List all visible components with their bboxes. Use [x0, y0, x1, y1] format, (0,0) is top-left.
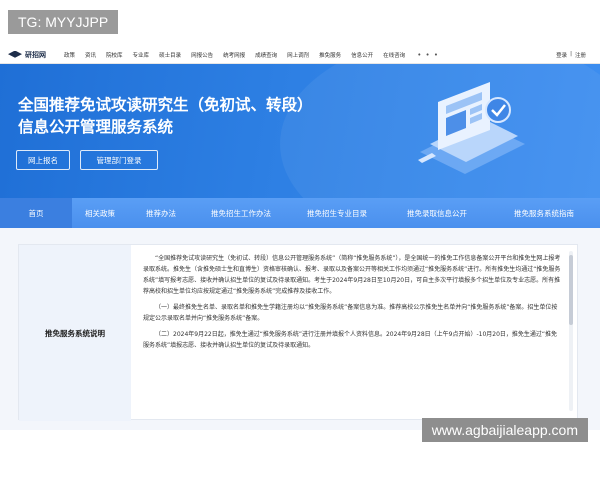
- panel-side-heading: 推免服务系统说明: [19, 245, 131, 421]
- top-nav-items: 政策 资讯 院校库 专业库 硕士目录 网报公告 统考网报 成绩查询 网上调剂 推…: [64, 51, 439, 59]
- nav-item-online-consult[interactable]: 在线咨询: [383, 51, 405, 59]
- main-content: 推免服务系统说明 “全国推荐免试攻读研究生（免初试、转段）信息公开管理服务系统”…: [0, 228, 600, 430]
- nav-item-score-query[interactable]: 成绩查询: [255, 51, 277, 59]
- watermark-top-left: TG: MYYJJPP: [8, 10, 119, 34]
- hero-banner: 全国推荐免试攻读研究生（免初试、转段） 信息公开管理服务系统 网上报名 管理部门…: [0, 64, 600, 198]
- banner-title: 全国推荐免试攻读研究生（免初试、转段） 信息公开管理服务系统: [18, 94, 313, 138]
- watermark-bottom-right: www.agbaijialeapp.com: [421, 418, 588, 442]
- nav-item-registration-notice[interactable]: 网报公告: [191, 51, 213, 59]
- banner-title-line-2: 信息公开管理服务系统: [18, 118, 174, 136]
- paragraph-one: （一）最终推免生名单、录取名单和推免生学籍注册均以“推免服务系统”备案信息为准。…: [143, 304, 558, 322]
- paragraph-two: （二）2024年9月22日起，推免生通过“推免服务系统”进行注册并填报个人资料信…: [143, 331, 558, 349]
- online-apply-button[interactable]: 网上报名: [16, 150, 70, 170]
- tab-system-guide[interactable]: 推免服务系统指南: [488, 198, 600, 228]
- tab-admission-work-method[interactable]: 推免招生工作办法: [194, 198, 288, 228]
- nav-item-school-library[interactable]: 院校库: [106, 51, 123, 59]
- more-menu-icon[interactable]: • • •: [417, 51, 439, 59]
- top-navigation: 研招网 政策 资讯 院校库 专业库 硕士目录 网报公告 统考网报 成绩查询 网上…: [0, 46, 600, 64]
- nav-item-exam-registration[interactable]: 统考网报: [223, 51, 245, 59]
- tab-admission-disclosure[interactable]: 推免录取信息公开: [386, 198, 488, 228]
- auth-separator: |: [570, 51, 572, 57]
- register-link[interactable]: 注册: [575, 51, 586, 59]
- nav-item-info-disclosure[interactable]: 信息公开: [351, 51, 373, 59]
- description-panel: 推免服务系统说明 “全国推荐免试攻读研究生（免初试、转段）信息公开管理服务系统”…: [18, 244, 578, 421]
- nav-item-news[interactable]: 资讯: [85, 51, 96, 59]
- panel-scrollbar[interactable]: [569, 251, 573, 411]
- tab-recommendation-method[interactable]: 推荐办法: [128, 198, 194, 228]
- description-text: “全国推荐免试攻读研究生（免初试、转段）信息公开管理服务系统”（简称“推免服务系…: [143, 253, 563, 356]
- side-title: 推免服务系统说明: [45, 328, 105, 338]
- nav-item-major-library[interactable]: 专业库: [133, 51, 150, 59]
- site-logo[interactable]: 研招网: [8, 50, 64, 60]
- nav-item-online-adjustment[interactable]: 网上调剂: [287, 51, 309, 59]
- logo-text: 研招网: [25, 49, 46, 59]
- section-navigation: 首页 相关政策 推荐办法 推免招生工作办法 推免招生专业目录 推免录取信息公开 …: [0, 198, 600, 228]
- tab-home[interactable]: 首页: [0, 198, 72, 228]
- document-illustration-icon: [418, 82, 525, 174]
- tab-major-catalog[interactable]: 推免招生专业目录: [288, 198, 386, 228]
- graduation-cap-icon: [8, 50, 22, 58]
- nav-item-master-catalog[interactable]: 硕士目录: [159, 51, 181, 59]
- banner-title-line-1: 全国推荐免试攻读研究生（免初试、转段）: [18, 96, 313, 114]
- paragraph-intro: “全国推荐免试攻读研究生（免初试、转段）信息公开管理服务系统”（简称“推免服务系…: [143, 255, 561, 295]
- admin-login-button[interactable]: 管理部门登录: [80, 150, 158, 170]
- scrollbar-thumb[interactable]: [569, 255, 573, 325]
- nav-item-policy[interactable]: 政策: [64, 51, 75, 59]
- tab-related-policy[interactable]: 相关政策: [72, 198, 128, 228]
- auth-links: 登录 | 注册: [556, 51, 586, 59]
- login-link[interactable]: 登录: [556, 51, 567, 59]
- nav-item-recommendation-service[interactable]: 推免服务: [319, 51, 341, 59]
